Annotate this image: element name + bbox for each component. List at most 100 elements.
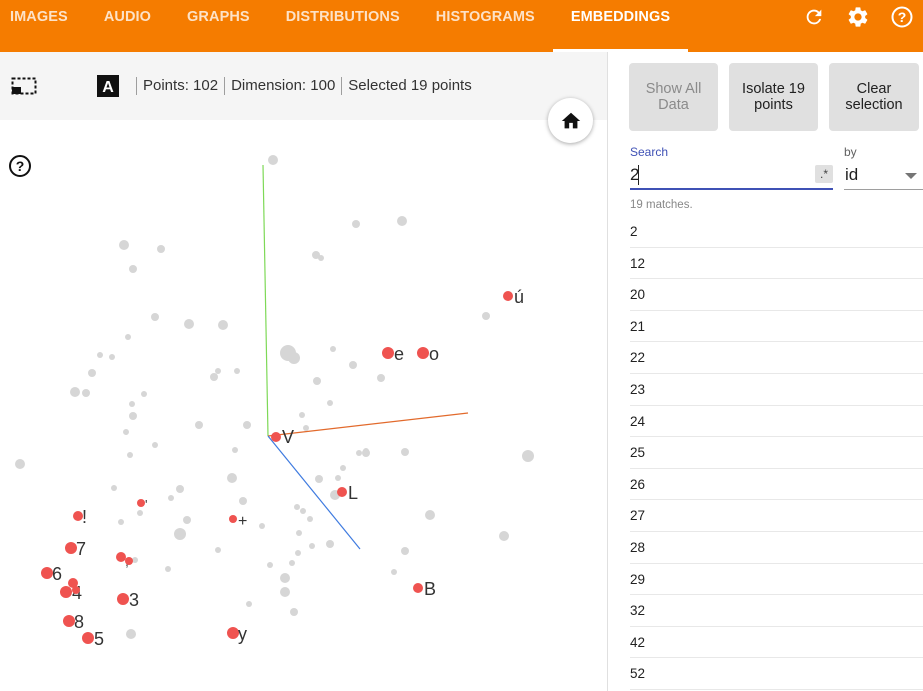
- embedding-point: [151, 313, 159, 321]
- search-result-item[interactable]: 28: [630, 532, 923, 564]
- embedding-point: [299, 412, 305, 418]
- embedding-point: [97, 352, 103, 358]
- selected-embedding-point: [72, 586, 80, 594]
- search-result-item[interactable]: 20: [630, 279, 923, 311]
- search-result-item[interactable]: 21: [630, 311, 923, 343]
- embedding-point: [296, 530, 302, 536]
- embedding-point: [280, 587, 290, 597]
- bounding-box-select-icon[interactable]: [10, 72, 38, 100]
- search-result-item[interactable]: 22: [630, 342, 923, 374]
- embedding-point: [119, 240, 129, 250]
- embedding-point: [327, 400, 333, 406]
- tab-audio[interactable]: AUDIO: [86, 0, 169, 52]
- embedding-point: [127, 452, 133, 458]
- search-results-list: 2 12 20 21 22 23 24 25 26 27 28 29 32 42 52: [630, 216, 923, 690]
- embedding-point: [157, 245, 165, 253]
- settings-gear-icon[interactable]: [843, 4, 873, 30]
- selected-embedding-point: [503, 291, 513, 301]
- embedding-point: [239, 497, 247, 505]
- plugin-tabs: IMAGES AUDIO GRAPHS DISTRIBUTIONS HISTOG…: [0, 0, 689, 52]
- tab-images[interactable]: IMAGES: [0, 0, 86, 52]
- embedding-point: [126, 629, 136, 639]
- embedding-point: [141, 391, 147, 397]
- tab-histograms[interactable]: HISTOGRAMS: [418, 0, 553, 52]
- points-count: Points: 102: [136, 77, 224, 95]
- regex-toggle-button[interactable]: .*: [815, 165, 833, 183]
- point-label: 5: [94, 629, 104, 649]
- top-app-bar: IMAGES AUDIO GRAPHS DISTRIBUTIONS HISTOG…: [0, 0, 923, 52]
- help-circle-icon[interactable]: ?: [887, 4, 917, 30]
- embedding-point: [232, 447, 238, 453]
- embedding-point: [15, 459, 25, 469]
- tab-embeddings[interactable]: EMBEDDINGS: [552, 0, 689, 52]
- projection-canvas[interactable]: úeoVL!7'+643B85y,: [0, 120, 607, 691]
- reset-view-button[interactable]: [548, 98, 593, 143]
- embedding-point: [363, 448, 369, 454]
- search-by-value: id: [845, 165, 859, 184]
- night-mode-icon[interactable]: [52, 72, 80, 100]
- embedding-point: [234, 368, 240, 374]
- x-axis-line: [267, 412, 469, 437]
- embedding-point: [215, 368, 221, 374]
- search-result-item[interactable]: 52: [630, 658, 923, 690]
- selected-embedding-point: [117, 593, 129, 605]
- embedding-point: [259, 523, 265, 529]
- isolate-points-button[interactable]: Isolate 19 points: [729, 63, 818, 131]
- point-label: 6: [52, 564, 62, 584]
- refresh-icon[interactable]: [799, 4, 829, 30]
- embedding-point: [132, 557, 138, 563]
- search-by-select[interactable]: id: [844, 162, 923, 190]
- projection-panel: A Points: 102 Dimension: 100 Selected 19…: [0, 52, 607, 691]
- search-result-item[interactable]: 27: [630, 500, 923, 532]
- embedding-point: [243, 421, 251, 429]
- selected-embedding-point: [413, 583, 423, 593]
- search-result-item[interactable]: 25: [630, 437, 923, 469]
- selected-embedding-point: [382, 347, 394, 359]
- search-input[interactable]: 2 .*: [630, 162, 833, 190]
- point-label: 7: [76, 539, 86, 559]
- tab-graphs[interactable]: GRAPHS: [169, 0, 268, 52]
- point-label: V: [282, 427, 294, 447]
- home-icon: [561, 112, 580, 128]
- embedding-point: [295, 550, 301, 556]
- embedding-point: [522, 450, 534, 462]
- embedding-point: [377, 374, 385, 382]
- projection-help-icon[interactable]: ?: [8, 154, 32, 178]
- selected-count: Selected 19 points: [341, 77, 477, 95]
- selected-embedding-point: [137, 499, 145, 507]
- embedding-point: [118, 519, 124, 525]
- embedding-point: [82, 389, 90, 397]
- matches-count: 19 matches.: [630, 199, 693, 211]
- embedding-point: [309, 543, 315, 549]
- search-result-item[interactable]: 32: [630, 595, 923, 627]
- label-toggle-icon[interactable]: A: [94, 72, 122, 100]
- search-result-item[interactable]: 42: [630, 627, 923, 659]
- point-label: ú: [514, 287, 524, 307]
- svg-text:A: A: [102, 79, 114, 96]
- search-result-item[interactable]: 23: [630, 374, 923, 406]
- selection-actions: Show All Data Isolate 19 points Clear se…: [629, 63, 919, 131]
- y-axis-line: [262, 164, 269, 437]
- show-all-data-button[interactable]: Show All Data: [629, 63, 718, 131]
- search-result-item[interactable]: 29: [630, 564, 923, 596]
- embedding-point: [129, 265, 137, 273]
- embedding-point: [210, 373, 218, 381]
- embedding-point: [218, 320, 228, 330]
- embedding-point: [123, 429, 129, 435]
- embedding-point: [401, 448, 409, 456]
- search-result-item[interactable]: 12: [630, 248, 923, 280]
- dimension-count: Dimension: 100: [224, 77, 341, 95]
- search-by-label: by: [844, 145, 857, 159]
- dropdown-arrow-icon: [905, 173, 917, 179]
- embedding-point: [307, 516, 313, 522]
- point-label: +: [238, 513, 247, 530]
- embedding-point: [246, 601, 252, 607]
- selected-embedding-point: [229, 515, 237, 523]
- embedding-point: [303, 425, 309, 431]
- search-result-item[interactable]: 2: [630, 216, 923, 248]
- search-result-item[interactable]: 24: [630, 406, 923, 438]
- search-result-item[interactable]: 26: [630, 469, 923, 501]
- tab-distributions[interactable]: DISTRIBUTIONS: [268, 0, 418, 52]
- point-label: !: [82, 507, 87, 527]
- clear-selection-button[interactable]: Clear selection: [829, 63, 919, 131]
